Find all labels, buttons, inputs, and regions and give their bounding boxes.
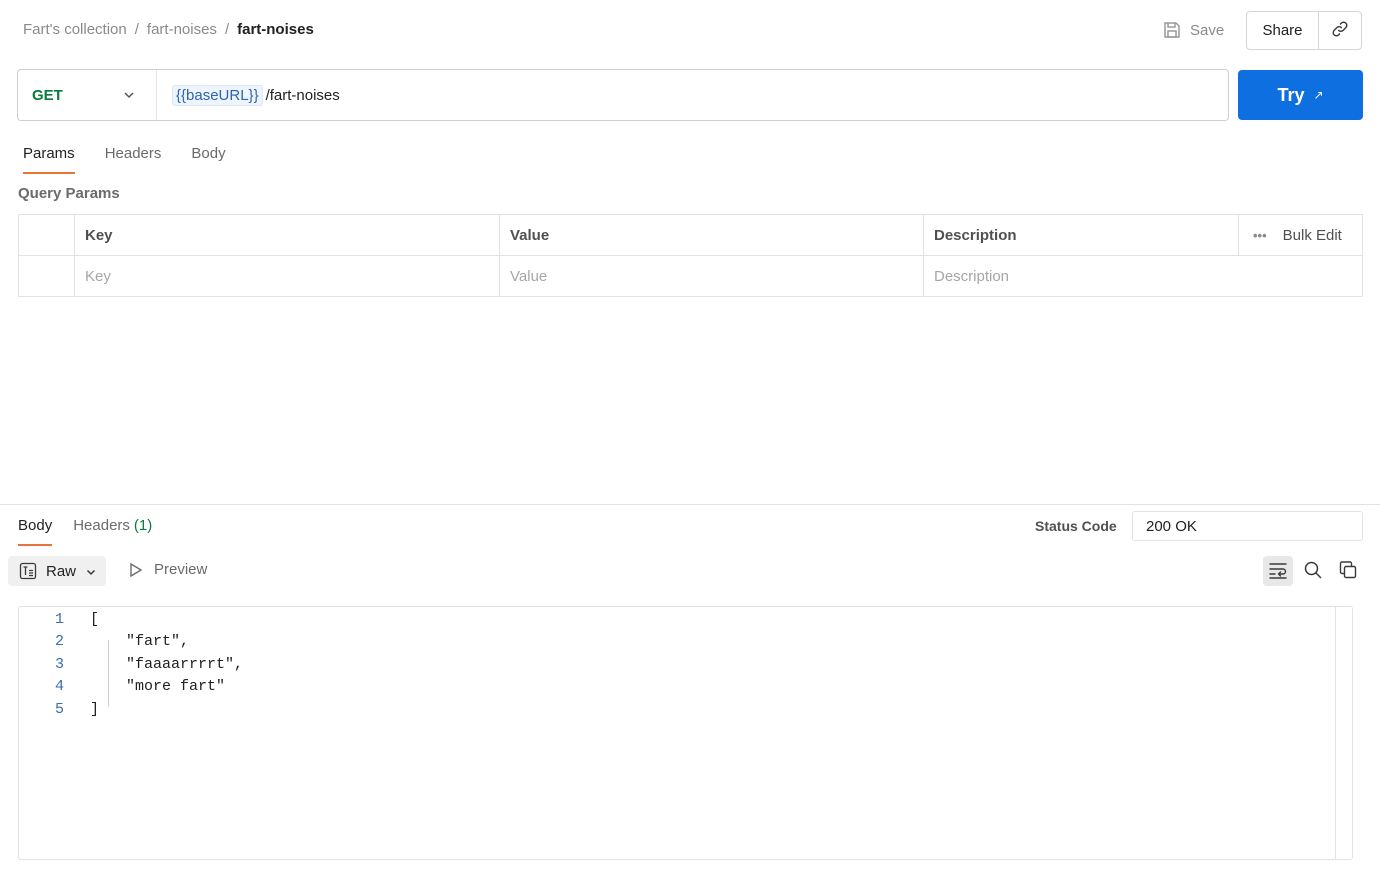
code-line: 1 [ (19, 608, 99, 630)
preview-button[interactable]: Preview (128, 561, 207, 578)
status-code-value: 200 OK (1132, 511, 1363, 541)
indent-guide (108, 640, 109, 707)
code-text: "more fart" (90, 677, 226, 695)
breadcrumb-separator: / (134, 21, 139, 38)
column-header-description: Description (924, 215, 1239, 255)
method-select[interactable]: GET (18, 70, 157, 120)
save-icon (1162, 20, 1182, 40)
save-label: Save (1190, 21, 1225, 39)
more-options-icon[interactable]: ••• (1253, 228, 1267, 243)
tab-headers[interactable]: Headers (105, 145, 162, 174)
url-path: /fart-noises (265, 86, 340, 104)
external-arrow-icon: ↗ (1313, 88, 1324, 102)
response-tab-headers-label: Headers (73, 517, 130, 534)
preview-label: Preview (154, 561, 208, 578)
line-number: 5 (54, 700, 64, 718)
format-label: Raw (46, 562, 77, 580)
try-label: Try (1277, 84, 1305, 105)
row-checkbox-cell (19, 256, 75, 297)
search-icon (1303, 560, 1323, 583)
response-tab-headers[interactable]: Headers (1) (73, 517, 152, 546)
line-number: 4 (54, 677, 64, 695)
link-icon (1331, 20, 1349, 41)
share-group: Share (1246, 11, 1362, 50)
copy-icon (1338, 560, 1358, 583)
query-params-table: Key Value Description ••• Bulk Edit (18, 214, 1363, 297)
code-line: 3 "faaaarrrrt", (19, 653, 243, 675)
request-tabs: Params Headers Body (23, 145, 256, 174)
vertical-scrollbar[interactable] (1335, 607, 1352, 859)
status-code-label: Status Code (1035, 518, 1117, 534)
tab-params[interactable]: Params (23, 145, 75, 174)
bulk-edit-button[interactable]: Bulk Edit (1283, 227, 1342, 244)
copy-link-button[interactable] (1319, 12, 1361, 49)
param-key-input[interactable] (85, 268, 499, 285)
code-text: "fart", (90, 632, 190, 650)
code-line: 2 "fart", (19, 630, 189, 652)
raw-format-icon (19, 562, 37, 580)
response-tab-body[interactable]: Body (18, 517, 53, 546)
column-header-key: Key (75, 215, 500, 255)
play-icon (128, 562, 144, 578)
top-bar: Fart's collection / fart-noises / fart-n… (0, 0, 1380, 60)
breadcrumb-collection[interactable]: Fart's collection (23, 21, 127, 38)
code-text: [ (90, 610, 100, 628)
code-line: 4 "more fart" (19, 675, 225, 697)
table-actions: ••• Bulk Edit (1239, 215, 1362, 255)
url-input[interactable]: {{baseURL}} /fart-noises (172, 84, 340, 106)
url-variable[interactable]: {{baseURL}} (172, 84, 263, 106)
description-cell (924, 256, 1362, 297)
line-number: 2 (54, 632, 64, 650)
search-button[interactable] (1298, 556, 1328, 586)
code-text: "faaaarrrrt", (90, 655, 244, 673)
copy-button[interactable] (1333, 556, 1363, 586)
response-body-viewer[interactable]: 1 [ 2 "fart", 3 "faaaarrrrt", 4 "more fa… (18, 606, 1353, 860)
column-header-value: Value (500, 215, 924, 255)
code-text: ] (90, 700, 100, 718)
share-button[interactable]: Share (1247, 12, 1319, 49)
method-label: GET (32, 86, 63, 104)
breadcrumb-separator: / (224, 21, 230, 38)
format-select[interactable]: Raw (8, 556, 106, 586)
breadcrumb: Fart's collection / fart-noises / fart-n… (23, 21, 314, 38)
param-value-input[interactable] (510, 268, 923, 285)
code-line: 5 ] (19, 698, 99, 720)
breadcrumb-folder[interactable]: fart-noises (147, 21, 217, 38)
wrap-lines-icon (1268, 560, 1288, 583)
line-number: 3 (54, 655, 64, 673)
value-cell (500, 256, 924, 297)
table-row (19, 256, 1362, 297)
pane-divider[interactable] (0, 504, 1380, 505)
breadcrumb-current[interactable]: fart-noises (237, 21, 314, 38)
response-tabs: Body Headers (1) (18, 517, 173, 546)
key-cell (75, 256, 500, 297)
chevron-down-icon (85, 565, 97, 577)
line-number: 1 (54, 610, 64, 628)
checkbox-column-header (19, 215, 75, 255)
wrap-lines-button[interactable] (1263, 556, 1293, 586)
tab-body[interactable]: Body (191, 145, 225, 174)
chevron-down-icon (122, 88, 136, 102)
save-button[interactable]: Save (1162, 18, 1224, 42)
headers-count-badge: (1) (133, 517, 153, 534)
param-description-input[interactable] (934, 268, 1362, 285)
url-bar: GET {{baseURL}} /fart-noises (17, 69, 1229, 121)
try-button[interactable]: Try ↗ (1238, 70, 1363, 120)
table-header-row: Key Value Description ••• Bulk Edit (19, 215, 1362, 256)
query-params-title: Query Params (18, 185, 120, 202)
